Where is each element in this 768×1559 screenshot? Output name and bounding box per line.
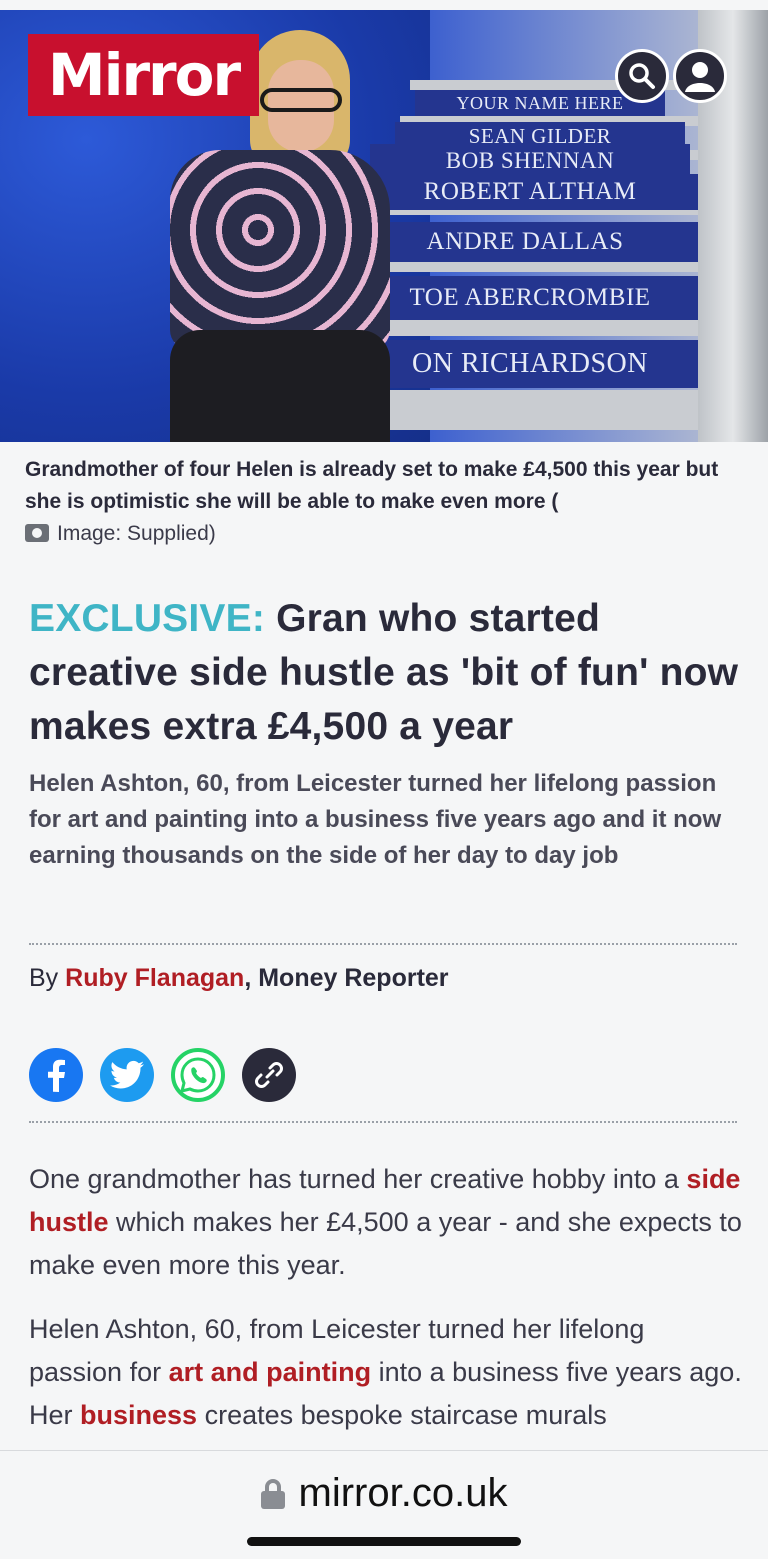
link-icon xyxy=(255,1062,283,1088)
paragraph-text: One grandmother has turned her creative … xyxy=(29,1164,679,1194)
facebook-share-button[interactable] xyxy=(29,1048,83,1102)
browser-address-bar[interactable]: mirror.co.uk xyxy=(0,1450,768,1559)
image-caption: Grandmother of four Helen is already set… xyxy=(25,454,745,550)
divider xyxy=(29,1121,737,1123)
divider xyxy=(29,943,737,945)
article-paragraph: One grandmother has turned her creative … xyxy=(29,1158,744,1287)
paragraph-text: which makes her £4,500 a year - and she … xyxy=(29,1207,742,1280)
paragraph-text: creates bespoke staircase murals xyxy=(204,1400,607,1430)
article-paragraph: Helen Ashton, 60, from Leicester turned … xyxy=(29,1308,744,1437)
camera-icon xyxy=(25,524,49,542)
author-role: , Money Reporter xyxy=(244,964,449,992)
url-text: mirror.co.uk xyxy=(298,1471,508,1515)
copy-link-button[interactable] xyxy=(242,1048,296,1102)
search-button[interactable] xyxy=(615,49,669,103)
stair-name: ANDRE DALLAS xyxy=(350,222,700,262)
search-icon xyxy=(629,63,655,89)
whatsapp-icon xyxy=(179,1057,216,1094)
headline-kicker: EXCLUSIVE: xyxy=(29,597,266,640)
byline: By Ruby Flanagan, Money Reporter xyxy=(29,960,449,996)
art-and-painting-link[interactable]: art and painting xyxy=(169,1357,372,1387)
author-link[interactable]: Ruby Flanagan xyxy=(65,964,244,992)
stair-name: TOE ABERCROMBIE xyxy=(350,276,710,320)
user-icon xyxy=(685,62,715,92)
caption-text: Grandmother of four Helen is already set… xyxy=(25,458,719,513)
stair-name: ROBERT ALTHAM xyxy=(360,174,700,210)
byline-prefix: By xyxy=(29,964,59,992)
mirror-logo[interactable]: Mirror xyxy=(28,34,259,116)
url-display[interactable]: mirror.co.uk xyxy=(0,1471,768,1516)
stair-name: BOB SHENNAN xyxy=(370,144,690,178)
caption-credit: Image: Supplied) xyxy=(57,522,216,545)
article-headline: EXCLUSIVE: Gran who started creative sid… xyxy=(29,592,739,754)
account-button[interactable] xyxy=(673,49,727,103)
article-standfirst: Helen Ashton, 60, from Leicester turned … xyxy=(29,770,722,869)
facebook-icon xyxy=(48,1059,65,1092)
business-link[interactable]: business xyxy=(80,1400,197,1430)
twitter-icon xyxy=(110,1060,144,1089)
whatsapp-share-button[interactable] xyxy=(171,1048,225,1102)
home-indicator[interactable] xyxy=(247,1537,521,1546)
lock-icon xyxy=(260,1478,285,1509)
twitter-share-button[interactable] xyxy=(100,1048,154,1102)
stair-name: ON RICHARDSON xyxy=(350,340,710,388)
